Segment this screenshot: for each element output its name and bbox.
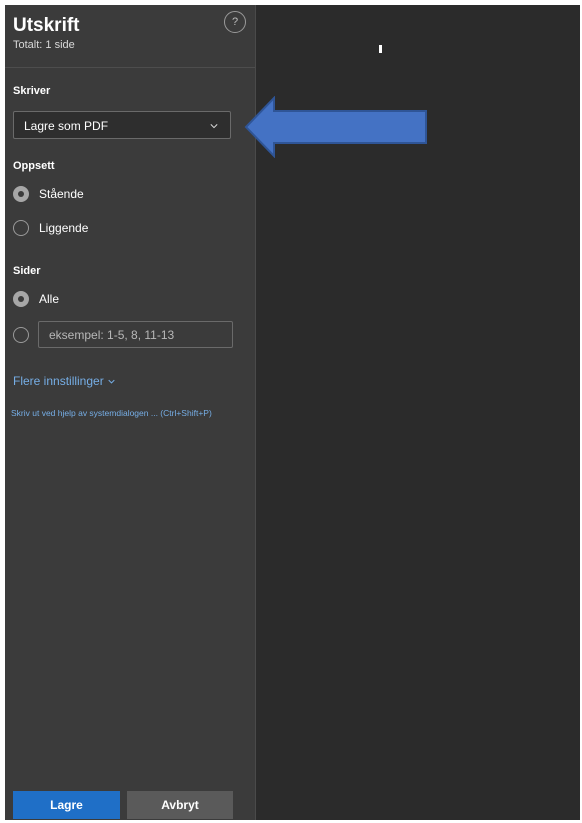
radio-portrait[interactable] xyxy=(13,186,29,202)
all-pages-label: Alle xyxy=(39,292,60,306)
layout-label: Oppsett xyxy=(13,160,55,172)
divider xyxy=(5,67,255,68)
landscape-label: Liggende xyxy=(39,221,89,235)
annotation-arrow-icon xyxy=(244,96,427,158)
preview-page-mark xyxy=(379,45,382,53)
help-icon[interactable]: ? xyxy=(224,11,246,33)
settings-panel: Utskrift Totalt: 1 side ? Skriver Lagre … xyxy=(5,5,256,820)
printer-select[interactable]: Lagre som PDF xyxy=(13,111,231,139)
chevron-down-icon xyxy=(108,380,115,384)
pages-label: Sider xyxy=(13,265,41,277)
radio-all-pages[interactable] xyxy=(13,291,29,307)
radio-landscape[interactable] xyxy=(13,220,29,236)
printer-value: Lagre som PDF xyxy=(24,119,109,133)
chevron-down-icon xyxy=(210,124,218,129)
cancel-button[interactable]: Avbryt xyxy=(127,791,233,819)
more-settings-label: Flere innstillinger xyxy=(13,374,104,388)
more-settings-link[interactable]: Flere innstillinger xyxy=(13,374,115,388)
system-dialog-link[interactable]: Skriv ut ved hjelp av systemdialogen ...… xyxy=(11,408,255,418)
printer-label: Skriver xyxy=(13,85,51,97)
save-button[interactable]: Lagre xyxy=(13,791,120,819)
portrait-label: Stående xyxy=(39,187,84,201)
page-count: Totalt: 1 side xyxy=(13,39,75,51)
dialog-title: Utskrift xyxy=(13,15,80,36)
radio-page-range[interactable] xyxy=(13,327,29,343)
page-range-input[interactable]: eksempel: 1-5, 8, 11-13 xyxy=(38,321,233,348)
